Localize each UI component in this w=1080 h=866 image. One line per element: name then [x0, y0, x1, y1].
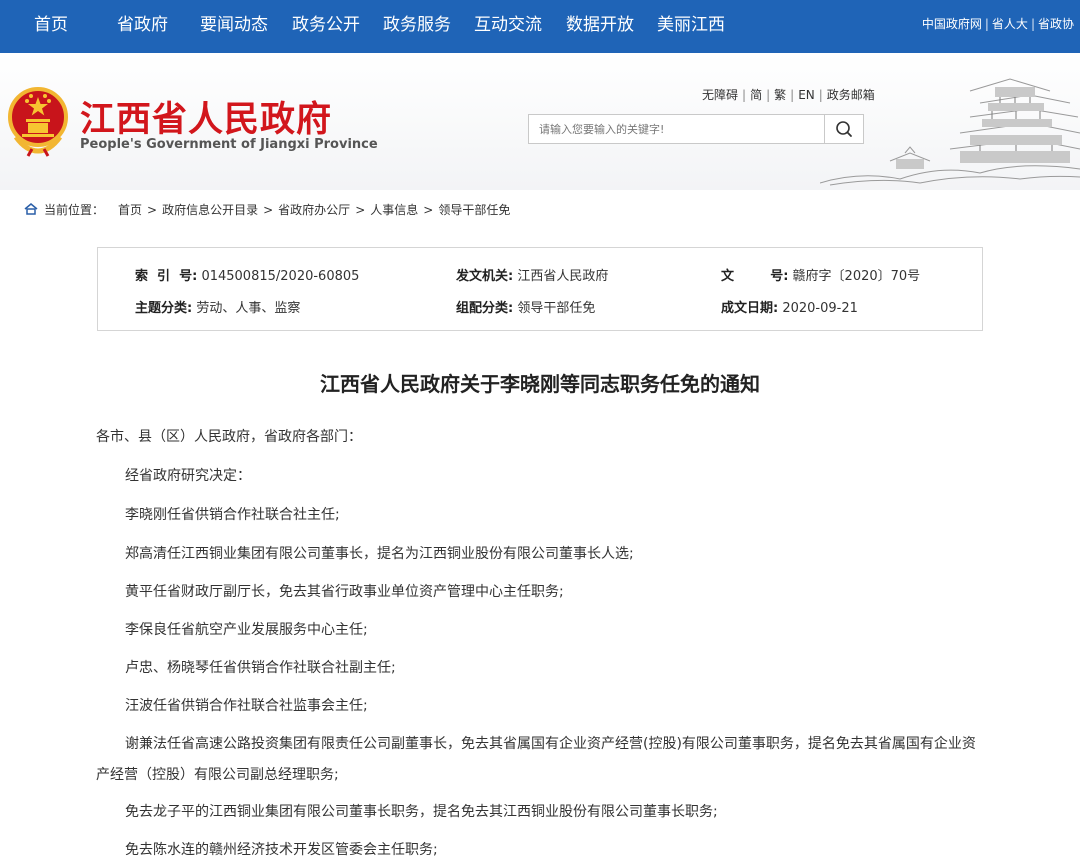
article-paragraph: 汪波任省供销合作社联合社监事会主任;: [125, 698, 368, 714]
breadcrumb-label: 当前位置：: [44, 203, 105, 217]
breadcrumb-info-catalog[interactable]: 政府信息公开目录: [162, 203, 258, 217]
article-paragraph: 免去龙子平的江西铜业集团有限公司董事长职务，提名免去其江西铜业股份有限公司董事长…: [125, 804, 718, 820]
nav-item-gov-services[interactable]: 政务服务: [383, 0, 451, 53]
index-number-value: 014500815/2020-60805: [201, 269, 360, 284]
topic-category-value: 劳动、人事、监察: [196, 301, 301, 316]
article-paragraph: 李晓刚任省供销合作社联合社主任;: [125, 507, 340, 523]
search-input[interactable]: [529, 115, 825, 143]
nav-item-province-gov[interactable]: 省政府: [117, 0, 168, 53]
article-paragraph: 免去陈水连的赣州经济技术开发区管委会主任职务;: [125, 842, 438, 858]
document-number-label: 文 号:: [721, 269, 789, 284]
site-subtitle: People's Government of Jiangxi Province: [80, 137, 378, 152]
assembly-category-label: 组配分类:: [456, 301, 514, 316]
issuing-authority: 发文机关: 江西省人民政府: [456, 265, 608, 284]
breadcrumb-general-office[interactable]: 省政府办公厅: [278, 203, 350, 217]
top-nav-bar: 首页 省政府 要闻动态 政务公开 政务服务 互动交流 数据开放 美丽江西 中国政…: [0, 0, 1080, 53]
breadcrumb-separator: >: [147, 203, 158, 217]
breadcrumb: 当前位置： 首页 > 政府信息公开目录 > 省政府办公厅 > 人事信息 > 领导干部任免: [24, 201, 510, 218]
search-box: [528, 114, 864, 144]
issuing-authority-label: 发文机关:: [456, 269, 514, 284]
document-number-value: 赣府字〔2020〕70号: [792, 269, 921, 284]
written-date-value: 2020-09-21: [782, 301, 858, 316]
written-date: 成文日期: 2020-09-21: [721, 297, 858, 316]
link-provincial-npc[interactable]: 省人大: [992, 17, 1028, 31]
link-china-gov[interactable]: 中国政府网: [922, 17, 982, 31]
topic-category-label: 主题分类:: [135, 301, 193, 316]
nav-item-interaction[interactable]: 互动交流: [474, 0, 542, 53]
link-english[interactable]: EN: [798, 88, 815, 102]
link-traditional[interactable]: 繁: [774, 88, 786, 102]
article-paragraph: 李保良任省航空产业发展服务中心主任;: [125, 622, 368, 638]
nav-item-news[interactable]: 要闻动态: [200, 0, 268, 53]
breadcrumb-separator: >: [423, 203, 434, 217]
article-paragraph: 经省政府研究决定：: [125, 468, 251, 484]
article-title: 江西省人民政府关于李晓刚等同志职务任免的通知: [320, 372, 760, 396]
breadcrumb-personnel-info[interactable]: 人事信息: [370, 203, 418, 217]
index-number-label: 索 引 号:: [135, 269, 198, 284]
topic-category: 主题分类: 劳动、人事、监察: [135, 297, 300, 316]
document-number: 文 号: 赣府字〔2020〕70号: [721, 265, 920, 284]
nav-item-open-data[interactable]: 数据开放: [566, 0, 634, 53]
breadcrumb-separator: >: [263, 203, 274, 217]
nav-item-beautiful-jiangxi[interactable]: 美丽江西: [657, 0, 725, 53]
assembly-category: 组配分类: 领导干部任免: [456, 297, 595, 316]
index-number: 索 引 号: 014500815/2020-60805: [135, 265, 359, 284]
national-emblem-icon: [8, 87, 68, 157]
tengwang-pavilion-illustration: [820, 78, 1080, 186]
site-header: 江西省人民政府 People's Government of Jiangxi P…: [0, 53, 1080, 190]
article-salutation: 各市、县（区）人民政府，省政府各部门：: [96, 429, 362, 445]
breadcrumb-separator: >: [355, 203, 366, 217]
top-links: 中国政府网 | 省人大 | 省政协: [921, 17, 1074, 31]
breadcrumb-current[interactable]: 领导干部任免: [438, 203, 510, 217]
site-title[interactable]: 江西省人民政府: [80, 91, 332, 142]
article-paragraph: 谢兼法任省高速公路投资集团有限责任公司副董事长，免去其省属国有企业资产经营(控股…: [96, 736, 976, 783]
breadcrumb-home[interactable]: 首页: [118, 203, 142, 217]
written-date-label: 成文日期:: [721, 301, 779, 316]
nav-item-gov-affairs-disclosure[interactable]: 政务公开: [292, 0, 360, 53]
document-info-box: 索 引 号: 014500815/2020-60805 发文机关: 江西省人民政…: [97, 247, 983, 331]
link-simplified[interactable]: 简: [750, 88, 762, 102]
article-paragraph: 卢忠、杨晓琴任省供销合作社联合社副主任;: [125, 660, 396, 676]
issuing-authority-value: 江西省人民政府: [517, 269, 609, 284]
link-provincial-cppcc[interactable]: 省政协: [1038, 17, 1074, 31]
article-paragraph: 郑高清任江西铜业集团有限公司董事长，提名为江西铜业股份有限公司董事长人选;: [125, 546, 634, 562]
article-paragraph: 黄平任省财政厅副厅长，免去其省行政事业单位资产管理中心主任职务;: [125, 584, 564, 600]
home-icon: [24, 203, 38, 215]
nav-item-home[interactable]: 首页: [34, 0, 68, 53]
link-accessibility[interactable]: 无障碍: [702, 88, 738, 102]
assembly-category-value: 领导干部任免: [517, 301, 596, 316]
